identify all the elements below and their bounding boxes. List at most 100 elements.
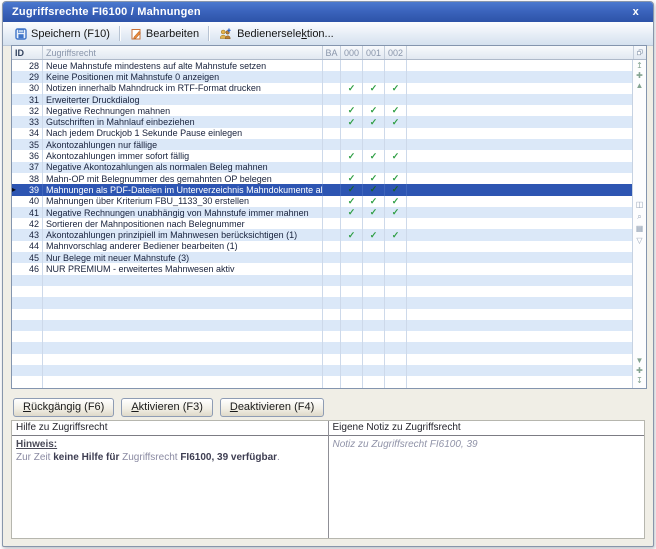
check-cell-002[interactable] — [385, 241, 407, 252]
check-cell-001[interactable] — [363, 241, 385, 252]
table-row[interactable]: 29Keine Positionen mit Mahnstufe 0 anzei… — [12, 71, 633, 82]
check-cell-001[interactable]: ✓ — [363, 150, 385, 161]
check-cell-ba[interactable] — [323, 83, 341, 94]
column-header-zugriffsrecht[interactable]: Zugriffsrecht — [43, 46, 323, 59]
note-panel-content[interactable]: Notiz zu Zugriffsrecht FI6100, 39 — [329, 436, 645, 453]
check-cell-ba[interactable] — [323, 139, 341, 150]
operator-selection-button[interactable]: Bedienerselektion... — [212, 26, 341, 42]
deactivate-button[interactable]: Deaktivieren (F4) — [220, 398, 324, 417]
check-cell-002[interactable] — [385, 128, 407, 139]
check-cell-ba[interactable] — [323, 218, 341, 229]
scroll-down-icon[interactable]: ▼ — [633, 356, 646, 366]
activate-button[interactable]: Aktivieren (F3) — [121, 398, 213, 417]
column-header-002[interactable]: 002 — [385, 46, 407, 59]
check-cell-ba[interactable] — [323, 162, 341, 173]
check-cell-001[interactable] — [363, 71, 385, 82]
scroll-last-icon[interactable]: ↧ — [633, 376, 646, 386]
check-cell-001[interactable] — [363, 252, 385, 263]
check-cell-ba[interactable] — [323, 229, 341, 240]
check-cell-001[interactable]: ✓ — [363, 229, 385, 240]
check-cell-001[interactable] — [363, 139, 385, 150]
table-row[interactable]: 34Nach jedem Druckjob 1 Sekunde Pause ei… — [12, 128, 633, 139]
check-cell-001[interactable] — [363, 94, 385, 105]
check-cell-ba[interactable] — [323, 241, 341, 252]
table-row[interactable]: 28Neue Mahnstufe mindestens auf alte Mah… — [12, 60, 633, 71]
check-cell-ba[interactable] — [323, 207, 341, 218]
check-cell-000[interactable]: ✓ — [341, 173, 363, 184]
table-row[interactable]: 31Erweiterter Druckdialog — [12, 94, 633, 105]
check-cell-002[interactable]: ✓ — [385, 105, 407, 116]
check-cell-002[interactable]: ✓ — [385, 83, 407, 94]
check-cell-000[interactable] — [341, 162, 363, 173]
append-row-icon[interactable]: ✚ — [633, 366, 646, 376]
check-cell-002[interactable]: ✓ — [385, 173, 407, 184]
check-cell-002[interactable] — [385, 162, 407, 173]
check-cell-000[interactable] — [341, 252, 363, 263]
insert-row-icon[interactable]: ✚ — [633, 71, 646, 81]
column-header-001[interactable]: 001 — [363, 46, 385, 59]
check-cell-001[interactable]: ✓ — [363, 196, 385, 207]
table-row[interactable]: 35Akontozahlungen nur fällige — [12, 139, 633, 150]
check-cell-002[interactable]: ✓ — [385, 116, 407, 127]
check-cell-002[interactable]: ✓ — [385, 207, 407, 218]
check-cell-000[interactable]: ✓ — [341, 150, 363, 161]
check-cell-000[interactable]: ✓ — [341, 83, 363, 94]
columns-icon[interactable]: ◫ — [633, 200, 646, 210]
check-cell-002[interactable]: ✓ — [385, 196, 407, 207]
check-cell-001[interactable]: ✓ — [363, 207, 385, 218]
check-cell-000[interactable]: ✓ — [341, 207, 363, 218]
check-cell-001[interactable] — [363, 128, 385, 139]
check-cell-ba[interactable] — [323, 173, 341, 184]
check-cell-000[interactable]: ✓ — [341, 229, 363, 240]
check-cell-000[interactable] — [341, 241, 363, 252]
table-row[interactable]: 32Negative Rechnungen mahnen✓✓✓ — [12, 105, 633, 116]
close-button[interactable]: x — [628, 6, 644, 18]
check-cell-000[interactable]: ✓ — [341, 184, 363, 195]
check-cell-001[interactable]: ✓ — [363, 83, 385, 94]
table-row[interactable]: 42Sortieren der Mahnpositionen nach Bele… — [12, 218, 633, 229]
check-cell-002[interactable] — [385, 71, 407, 82]
check-cell-002[interactable] — [385, 218, 407, 229]
table-row[interactable]: 46NUR PREMIUM - erweitertes Mahnwesen ak… — [12, 263, 633, 274]
check-cell-002[interactable]: ✓ — [385, 150, 407, 161]
table-row[interactable]: 44Mahnvorschlag anderer Bediener bearbei… — [12, 241, 633, 252]
table-row[interactable]: 45Nur Belege mit neuer Mahnstufe (3) — [12, 252, 633, 263]
search-icon[interactable]: ⌕ — [633, 212, 646, 222]
check-cell-ba[interactable] — [323, 128, 341, 139]
check-cell-000[interactable] — [341, 218, 363, 229]
check-cell-000[interactable] — [341, 139, 363, 150]
check-cell-001[interactable] — [363, 218, 385, 229]
check-cell-000[interactable]: ✓ — [341, 116, 363, 127]
check-cell-002[interactable] — [385, 60, 407, 71]
check-cell-ba[interactable] — [323, 196, 341, 207]
table-row[interactable]: 37Negative Akontozahlungen als normalen … — [12, 162, 633, 173]
check-cell-002[interactable] — [385, 263, 407, 274]
table-row[interactable]: 40Mahnungen über Kriterium FBU_1133_30 e… — [12, 196, 633, 207]
check-cell-001[interactable]: ✓ — [363, 184, 385, 195]
check-cell-ba[interactable] — [323, 184, 341, 195]
check-cell-ba[interactable] — [323, 94, 341, 105]
check-cell-000[interactable] — [341, 263, 363, 274]
check-cell-000[interactable] — [341, 128, 363, 139]
scroll-first-icon[interactable]: ↥ — [633, 61, 646, 71]
copy-icon[interactable] — [633, 46, 646, 59]
check-cell-ba[interactable] — [323, 60, 341, 71]
check-cell-000[interactable] — [341, 94, 363, 105]
check-cell-ba[interactable] — [323, 252, 341, 263]
table-row[interactable]: 36Akontozahlungen immer sofort fällig✓✓✓ — [12, 150, 633, 161]
check-cell-002[interactable] — [385, 252, 407, 263]
save-button[interactable]: Speichern (F10) — [8, 26, 117, 42]
check-cell-000[interactable]: ✓ — [341, 105, 363, 116]
check-cell-000[interactable] — [341, 60, 363, 71]
table-row[interactable]: 43Akontozahlungen prinzipiell im Mahnwes… — [12, 229, 633, 240]
check-cell-001[interactable]: ✓ — [363, 173, 385, 184]
check-cell-002[interactable] — [385, 139, 407, 150]
check-cell-002[interactable]: ✓ — [385, 229, 407, 240]
table-row[interactable]: 30Notizen innerhalb Mahndruck im RTF-For… — [12, 83, 633, 94]
check-cell-001[interactable] — [363, 162, 385, 173]
check-cell-001[interactable] — [363, 263, 385, 274]
table-row[interactable]: 39Mahnungen als PDF-Dateien im Unterverz… — [12, 184, 633, 195]
grid-view-icon[interactable]: ▦ — [633, 224, 646, 234]
check-cell-ba[interactable] — [323, 105, 341, 116]
check-cell-001[interactable]: ✓ — [363, 105, 385, 116]
